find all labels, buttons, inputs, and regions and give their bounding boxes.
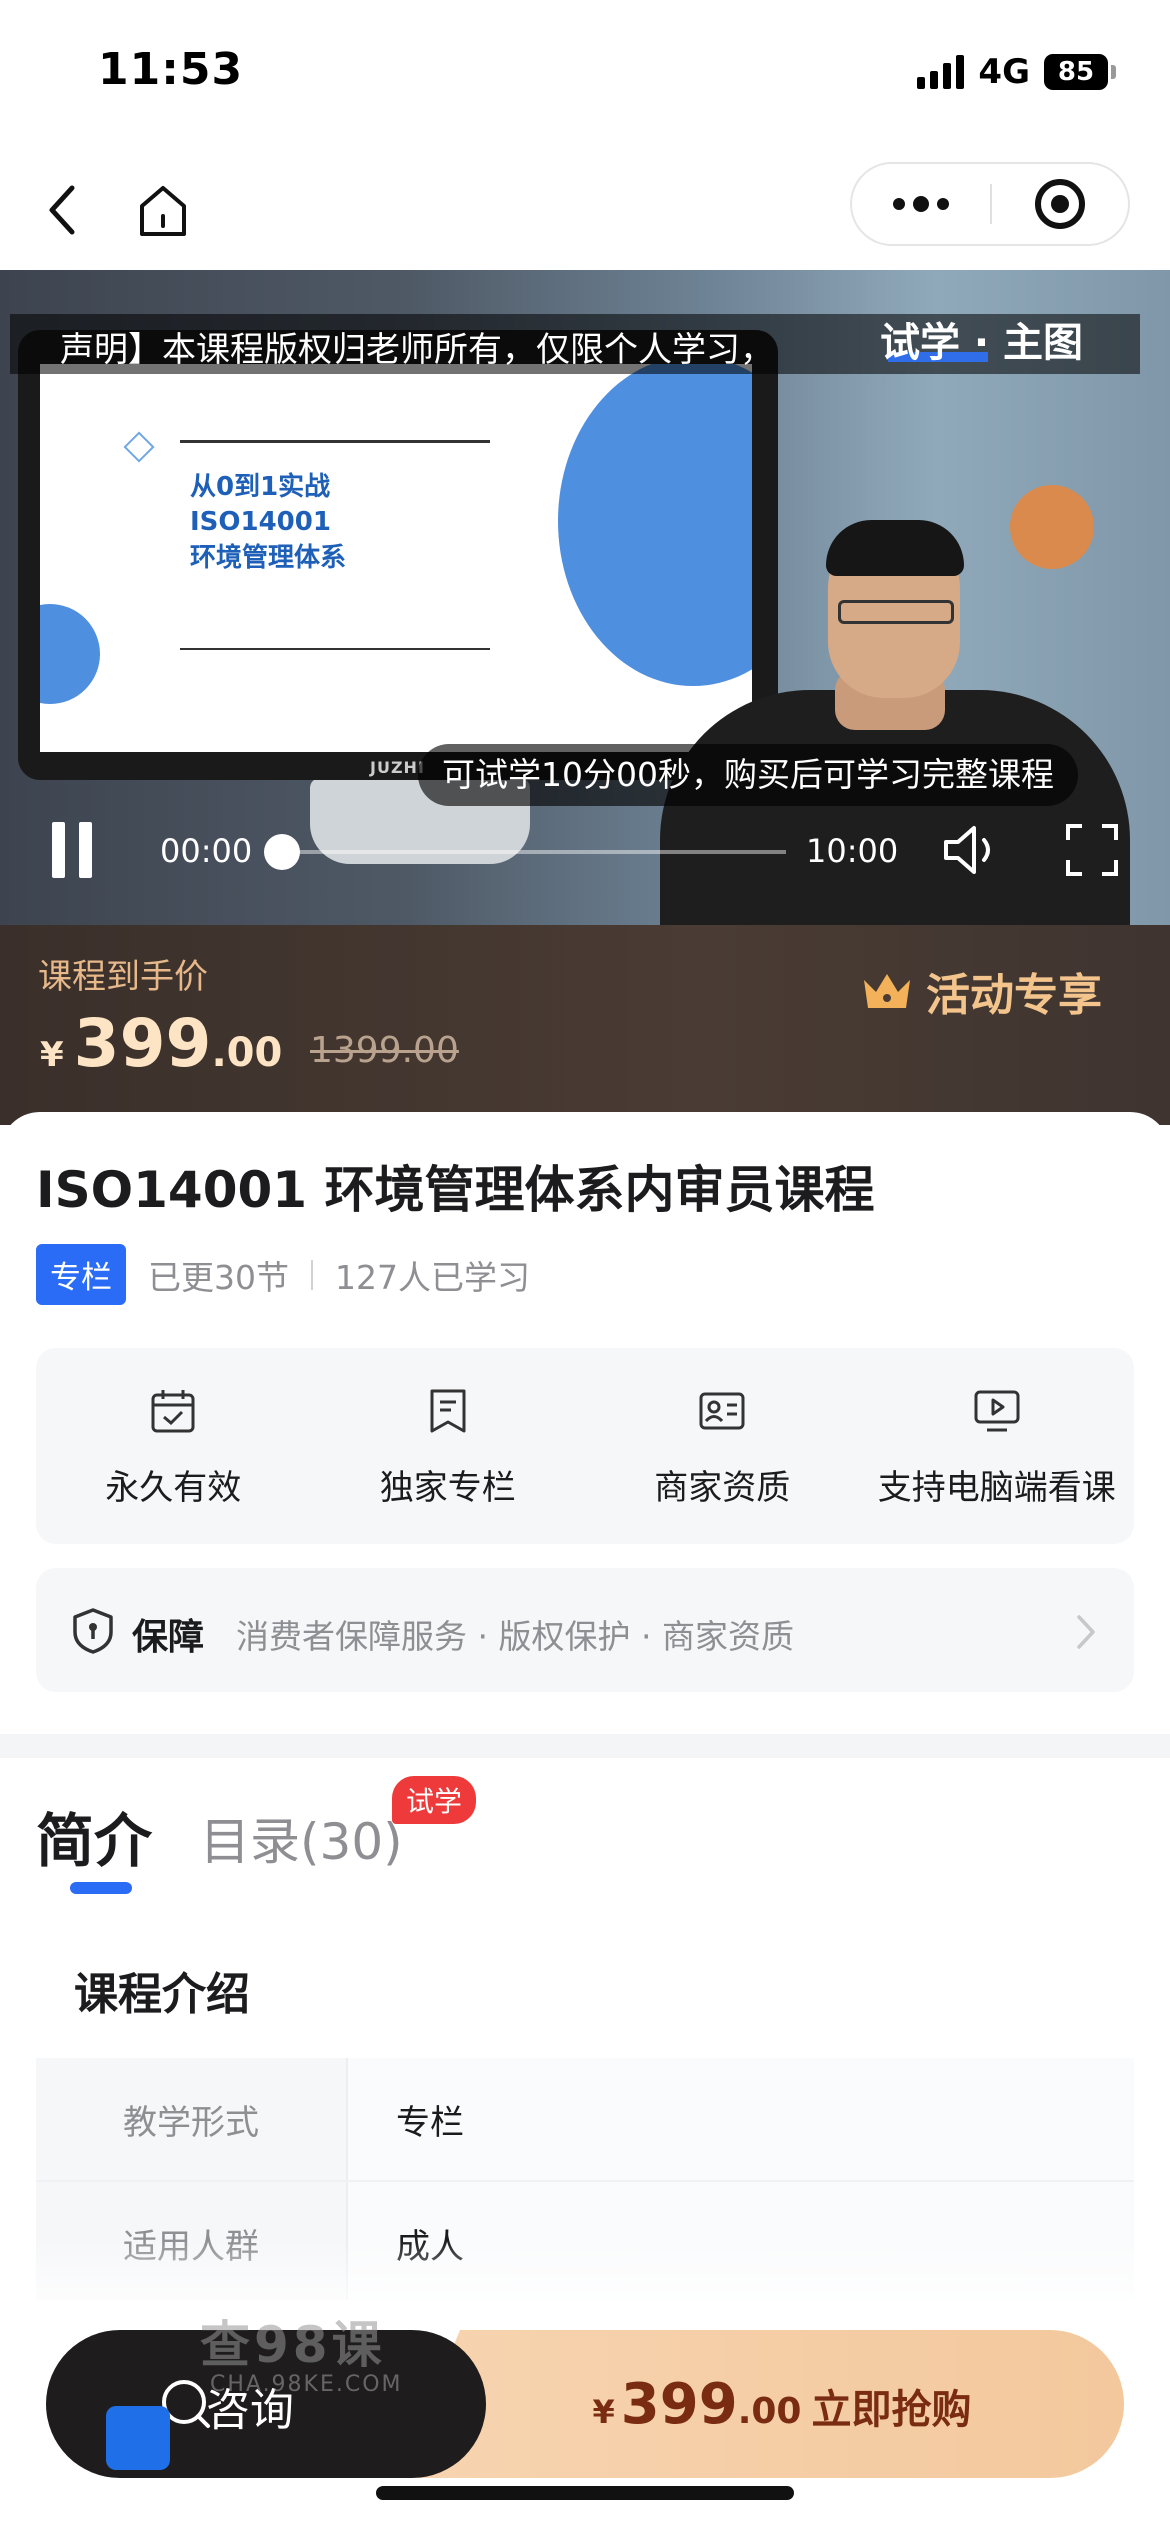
calendar-check-icon — [151, 1390, 195, 1433]
updated-count: 已更30节 — [148, 1257, 289, 1297]
bookmark-doc-icon — [430, 1389, 466, 1433]
shield-icon — [73, 1608, 113, 1654]
volume-icon[interactable] — [940, 820, 1006, 880]
total-time: 10:00 — [806, 832, 899, 870]
status-indicators: 4G 85 — [917, 52, 1116, 92]
feature-item: 支持电脑端看课 — [860, 1348, 1135, 1544]
guarantee-row[interactable]: 保障 消费者保障服务 · 版权保护 · 商家资质 — [36, 1568, 1134, 1692]
chevron-right-icon — [1077, 1615, 1095, 1649]
presenter-hair — [826, 520, 964, 576]
feature-item: 永久有效 — [36, 1348, 311, 1544]
table-value: 专栏 — [348, 2058, 1134, 2180]
course-info-card: ISO14001 环境管理体系内审员课程 专栏 已更30节 127人已学习 永久… — [0, 1112, 1170, 1734]
site-logo-icon — [106, 2406, 170, 2470]
content-tabs: 简介 目录(30) 试学 — [0, 1758, 1170, 1928]
home-icon[interactable] — [128, 176, 198, 246]
original-price: 1399.00 — [310, 1030, 459, 1071]
id-card-icon — [699, 1392, 745, 1430]
current-time: 00:00 — [160, 832, 253, 870]
status-time: 11:53 — [98, 44, 244, 95]
buy-price: ¥ 399 .00 立即抢购 — [592, 2371, 972, 2437]
mini-program-capsule — [850, 162, 1130, 246]
more-dots-icon[interactable] — [852, 164, 990, 244]
progress-handle[interactable] — [264, 834, 300, 870]
guarantee-title: 保障 — [132, 1617, 205, 1658]
nav-bar — [0, 150, 1170, 270]
video-player[interactable]: 从0到1实战 ISO14001 环境管理体系 JUZHI 声明】本课程版权归老师… — [0, 270, 1170, 925]
back-arrow-icon[interactable] — [30, 174, 100, 244]
current-price: ¥ 399 .00 — [40, 1005, 283, 1082]
copyright-notice: 声明】本课程版权归老师所有，仅限个人学习， — [60, 330, 774, 370]
feature-item: 独家专栏 — [311, 1348, 586, 1544]
learner-count: 127人已学习 — [335, 1257, 530, 1297]
column-badge: 专栏 — [36, 1244, 126, 1305]
feature-item: 商家资质 — [585, 1348, 860, 1544]
feature-list: 永久有效 独家专栏 商家资质 支持电脑端看课 — [36, 1348, 1134, 1544]
progress-bar[interactable] — [280, 850, 786, 854]
course-meta: 专栏 已更30节 127人已学习 — [36, 1244, 530, 1305]
promo-tag: 活动专享 — [860, 959, 1102, 1023]
presenter-glasses — [838, 600, 954, 624]
fullscreen-icon[interactable] — [1062, 820, 1122, 880]
section-title: 课程介绍 — [74, 1969, 250, 2020]
trial-hint: 可试学10分00秒，购买后可学习完整课程 — [418, 744, 1078, 806]
table-row: 教学形式 专栏 — [36, 2058, 1134, 2182]
signal-icon — [917, 55, 965, 89]
close-target-icon[interactable] — [992, 179, 1128, 229]
trial-logo: 试学 · 主图 — [880, 320, 1084, 366]
price-label: 课程到手价 — [38, 957, 208, 997]
status-bar: 11:53 4G 85 — [0, 0, 1170, 150]
background-lamp — [1010, 485, 1094, 569]
diamond-icon — [123, 431, 155, 463]
trial-badge: 试学 — [392, 1776, 477, 1824]
active-tab-indicator — [70, 1882, 132, 1894]
network-type: 4G — [978, 52, 1030, 92]
site-watermark-url: CHA.98KE.COM — [210, 2372, 403, 2397]
course-title: ISO14001 环境管理体系内审员课程 — [36, 1161, 875, 1219]
section-gap — [0, 1734, 1170, 1758]
battery-icon: 85 — [1044, 54, 1116, 90]
slide-title: 从0到1实战 ISO14001 环境管理体系 — [190, 472, 347, 573]
tab-intro[interactable]: 简介 — [36, 1794, 152, 1878]
video-monitor: 从0到1实战 ISO14001 环境管理体系 JUZHI — [18, 330, 778, 780]
player-controls: 00:00 10:00 — [0, 800, 1170, 910]
price-band: 课程到手价 ¥ 399 .00 1399.00 活动专享 — [0, 925, 1170, 1125]
home-indicator — [376, 2486, 794, 2500]
battery-level: 85 — [1044, 54, 1108, 90]
pause-button[interactable] — [52, 822, 102, 878]
buy-now-button[interactable]: ¥ 399 .00 立即抢购 — [400, 2330, 1124, 2478]
monitor-play-icon — [974, 1390, 1020, 1432]
guarantee-items: 消费者保障服务 · 版权保护 · 商家资质 — [236, 1617, 794, 1656]
crown-icon — [864, 974, 910, 1008]
video-slide: 从0到1实战 ISO14001 环境管理体系 — [40, 364, 752, 752]
tab-catalog[interactable]: 目录(30) — [200, 1802, 403, 1874]
table-key: 教学形式 — [36, 2058, 348, 2180]
site-watermark: 查98课 — [200, 2316, 386, 2374]
monitor-brand: JUZHI — [370, 758, 425, 777]
